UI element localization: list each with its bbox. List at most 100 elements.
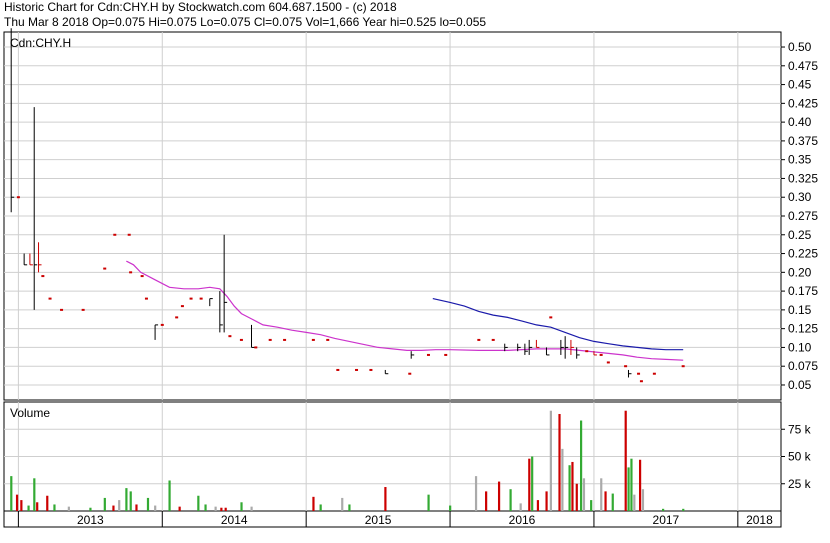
price-tick <box>103 267 107 270</box>
volume-bar <box>348 504 351 511</box>
volume-bar <box>89 507 92 511</box>
price-tick <box>369 368 373 371</box>
volume-bar <box>611 493 614 511</box>
year-tick-label: 2015 <box>365 513 392 527</box>
price-tick <box>127 233 131 236</box>
volume-tick-label: 50 k <box>788 450 812 464</box>
volume-bar <box>630 458 633 511</box>
year-tick-label: 2018 <box>746 513 773 527</box>
price-tick <box>60 308 64 311</box>
year-tick-label: 2014 <box>221 513 248 527</box>
volume-bar <box>220 507 223 511</box>
volume-bar <box>600 478 603 511</box>
price-tick <box>355 368 359 371</box>
volume-bar <box>53 504 56 511</box>
volume-bar <box>497 481 501 511</box>
volume-bar <box>485 491 488 511</box>
volume-bar <box>135 504 138 511</box>
volume-bar <box>10 476 13 511</box>
volume-bar <box>519 503 522 511</box>
price-tick <box>426 353 430 356</box>
price-tick <box>175 316 179 319</box>
price-tick-label: 0.475 <box>788 59 818 73</box>
price-tick-label: 0.175 <box>788 284 818 298</box>
price-tick <box>129 271 133 274</box>
volume-bar <box>384 487 387 511</box>
price-tick <box>681 365 685 368</box>
volume-bar <box>633 494 636 511</box>
volume-bar <box>558 413 561 511</box>
volume-bar <box>641 489 645 511</box>
volume-bar <box>590 500 593 511</box>
year-tick-label: 2016 <box>509 513 536 527</box>
price-tick-label: 0.275 <box>788 209 818 223</box>
price-tick-label: 0.425 <box>788 96 818 110</box>
price-tick <box>408 372 412 375</box>
price-tick <box>41 275 45 278</box>
price-tick <box>624 365 628 368</box>
price-tick <box>326 338 330 341</box>
volume-bar <box>15 494 19 511</box>
volume-bar <box>549 410 552 511</box>
volume-bar <box>118 500 121 511</box>
price-panel-title: Cdn:CHY.H <box>10 36 71 50</box>
price-tick <box>549 316 553 319</box>
price-tick <box>140 275 144 278</box>
price-tick <box>113 233 117 236</box>
volume-bar <box>449 505 452 511</box>
volume-bar <box>67 506 70 511</box>
volume-bar <box>250 506 253 511</box>
price-tick-label: 0.325 <box>788 171 818 185</box>
volume-bar <box>427 494 430 511</box>
price-tick-label: 0.10 <box>788 340 812 354</box>
volume-bar <box>146 497 150 511</box>
volume-bar <box>178 506 181 511</box>
price-tick <box>160 323 164 326</box>
price-tick-label: 0.45 <box>788 78 812 92</box>
price-tick <box>585 350 589 353</box>
price-tick <box>16 196 20 199</box>
volume-bar <box>125 488 128 511</box>
price-tick-label: 0.075 <box>788 359 818 373</box>
volume-bar <box>627 467 630 511</box>
volume-bar <box>638 459 642 511</box>
volume-bar <box>20 500 23 511</box>
volume-bar <box>582 478 586 511</box>
price-tick-label: 0.25 <box>788 228 812 242</box>
price-tick <box>311 338 315 341</box>
price-tick <box>444 353 448 356</box>
volume-bar <box>204 504 207 511</box>
price-tick <box>639 380 643 383</box>
volume-bar <box>312 496 315 511</box>
price-tick <box>606 361 610 364</box>
price-tick <box>180 305 184 308</box>
volume-bar <box>240 502 243 511</box>
volume-bar <box>561 448 564 511</box>
volume-bar <box>33 478 36 511</box>
price-tick-label: 0.40 <box>788 115 812 129</box>
price-tick-label: 0.15 <box>788 303 812 317</box>
price-tick-label: 0.30 <box>788 190 812 204</box>
volume-bar <box>46 495 49 511</box>
volume-panel-title: Volume <box>10 406 50 420</box>
price-tick <box>189 297 193 300</box>
volume-bar <box>528 458 531 511</box>
price-tick-label: 0.05 <box>788 378 812 392</box>
price-tick <box>81 308 85 311</box>
volume-bar <box>545 491 548 511</box>
volume-bar <box>103 497 106 511</box>
price-tick <box>239 338 243 341</box>
volume-bar <box>214 506 217 511</box>
price-tick <box>637 372 641 375</box>
price-tick <box>48 297 52 300</box>
volume-bar <box>129 491 132 511</box>
volume-bar <box>624 410 627 511</box>
price-tick <box>228 335 232 338</box>
price-tick <box>477 338 481 341</box>
volume-bar <box>509 489 512 511</box>
volume-bar <box>531 456 534 511</box>
volume-bar <box>474 476 478 511</box>
price-tick <box>199 297 203 300</box>
price-tick <box>652 372 656 375</box>
year-tick-label: 2013 <box>77 513 104 527</box>
